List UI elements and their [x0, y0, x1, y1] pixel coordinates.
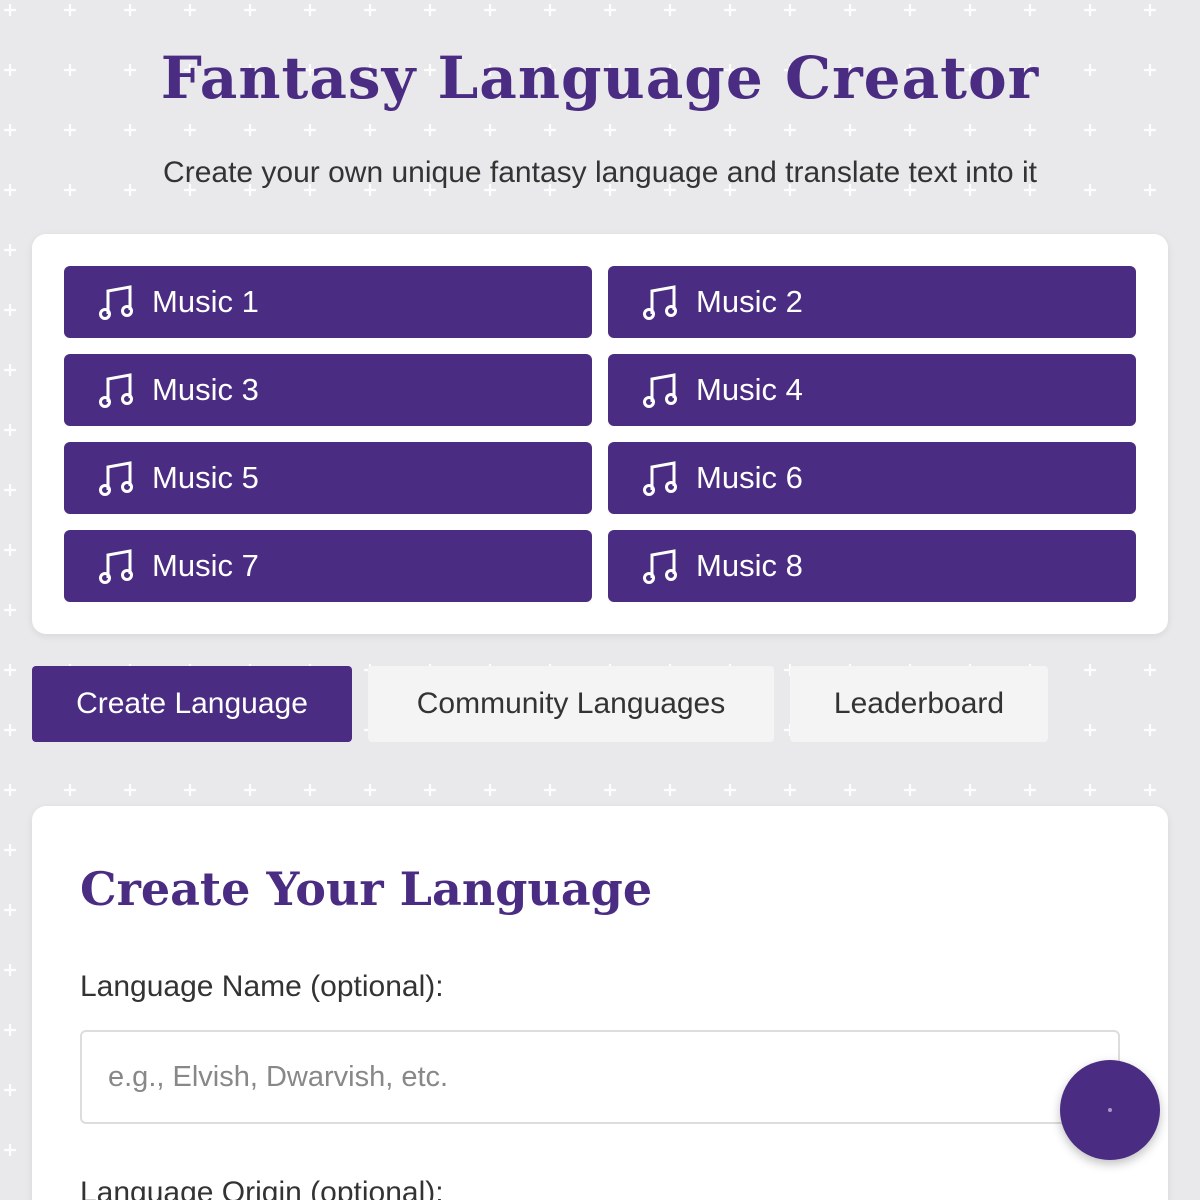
music-button-8[interactable]: Music 8 — [608, 530, 1136, 602]
music-note-icon — [99, 373, 133, 408]
language-origin-label: Language Origin (optional): — [80, 1176, 444, 1200]
page-subtitle: Create your own unique fantasy language … — [163, 156, 1037, 189]
music-button-label: Music 4 — [696, 372, 803, 407]
music-button-label: Music 3 — [152, 372, 259, 407]
music-note-icon — [99, 285, 133, 320]
music-button-2[interactable]: Music 2 — [608, 266, 1136, 338]
music-note-icon — [643, 549, 677, 584]
page-title: Fantasy Language Creator — [160, 44, 1040, 112]
tab-bar: Create Language Community Languages Lead… — [32, 666, 1064, 742]
music-button-label: Music 2 — [696, 284, 803, 319]
create-section-title: Create Your Language — [80, 862, 653, 916]
music-button-label: Music 5 — [152, 460, 259, 495]
music-panel: Music 1 Music 2 Music 3 Music 4 Music 5 … — [32, 234, 1168, 634]
music-note-icon — [99, 461, 133, 496]
language-name-label: Language Name (optional): — [80, 970, 444, 1003]
music-note-icon — [643, 461, 677, 496]
music-button-1[interactable]: Music 1 — [64, 266, 592, 338]
music-button-label: Music 7 — [152, 548, 259, 583]
music-button-5[interactable]: Music 5 — [64, 442, 592, 514]
music-button-label: Music 8 — [696, 548, 803, 583]
music-note-icon — [643, 285, 677, 320]
music-note-icon — [643, 373, 677, 408]
tab-community-languages[interactable]: Community Languages — [368, 666, 774, 742]
music-button-7[interactable]: Music 7 — [64, 530, 592, 602]
music-note-icon — [99, 549, 133, 584]
language-name-input[interactable] — [80, 1030, 1120, 1124]
tab-leaderboard[interactable]: Leaderboard — [790, 666, 1048, 742]
music-button-label: Music 6 — [696, 460, 803, 495]
music-button-6[interactable]: Music 6 — [608, 442, 1136, 514]
music-button-4[interactable]: Music 4 — [608, 354, 1136, 426]
music-button-label: Music 1 — [152, 284, 259, 319]
loading-dot-icon — [1108, 1108, 1112, 1112]
floating-action-button[interactable] — [1060, 1060, 1160, 1160]
tab-create-language[interactable]: Create Language — [32, 666, 352, 742]
music-grid: Music 1 Music 2 Music 3 Music 4 Music 5 … — [64, 266, 1136, 602]
create-language-panel: Create Your Language Language Name (opti… — [32, 806, 1168, 1200]
music-button-3[interactable]: Music 3 — [64, 354, 592, 426]
